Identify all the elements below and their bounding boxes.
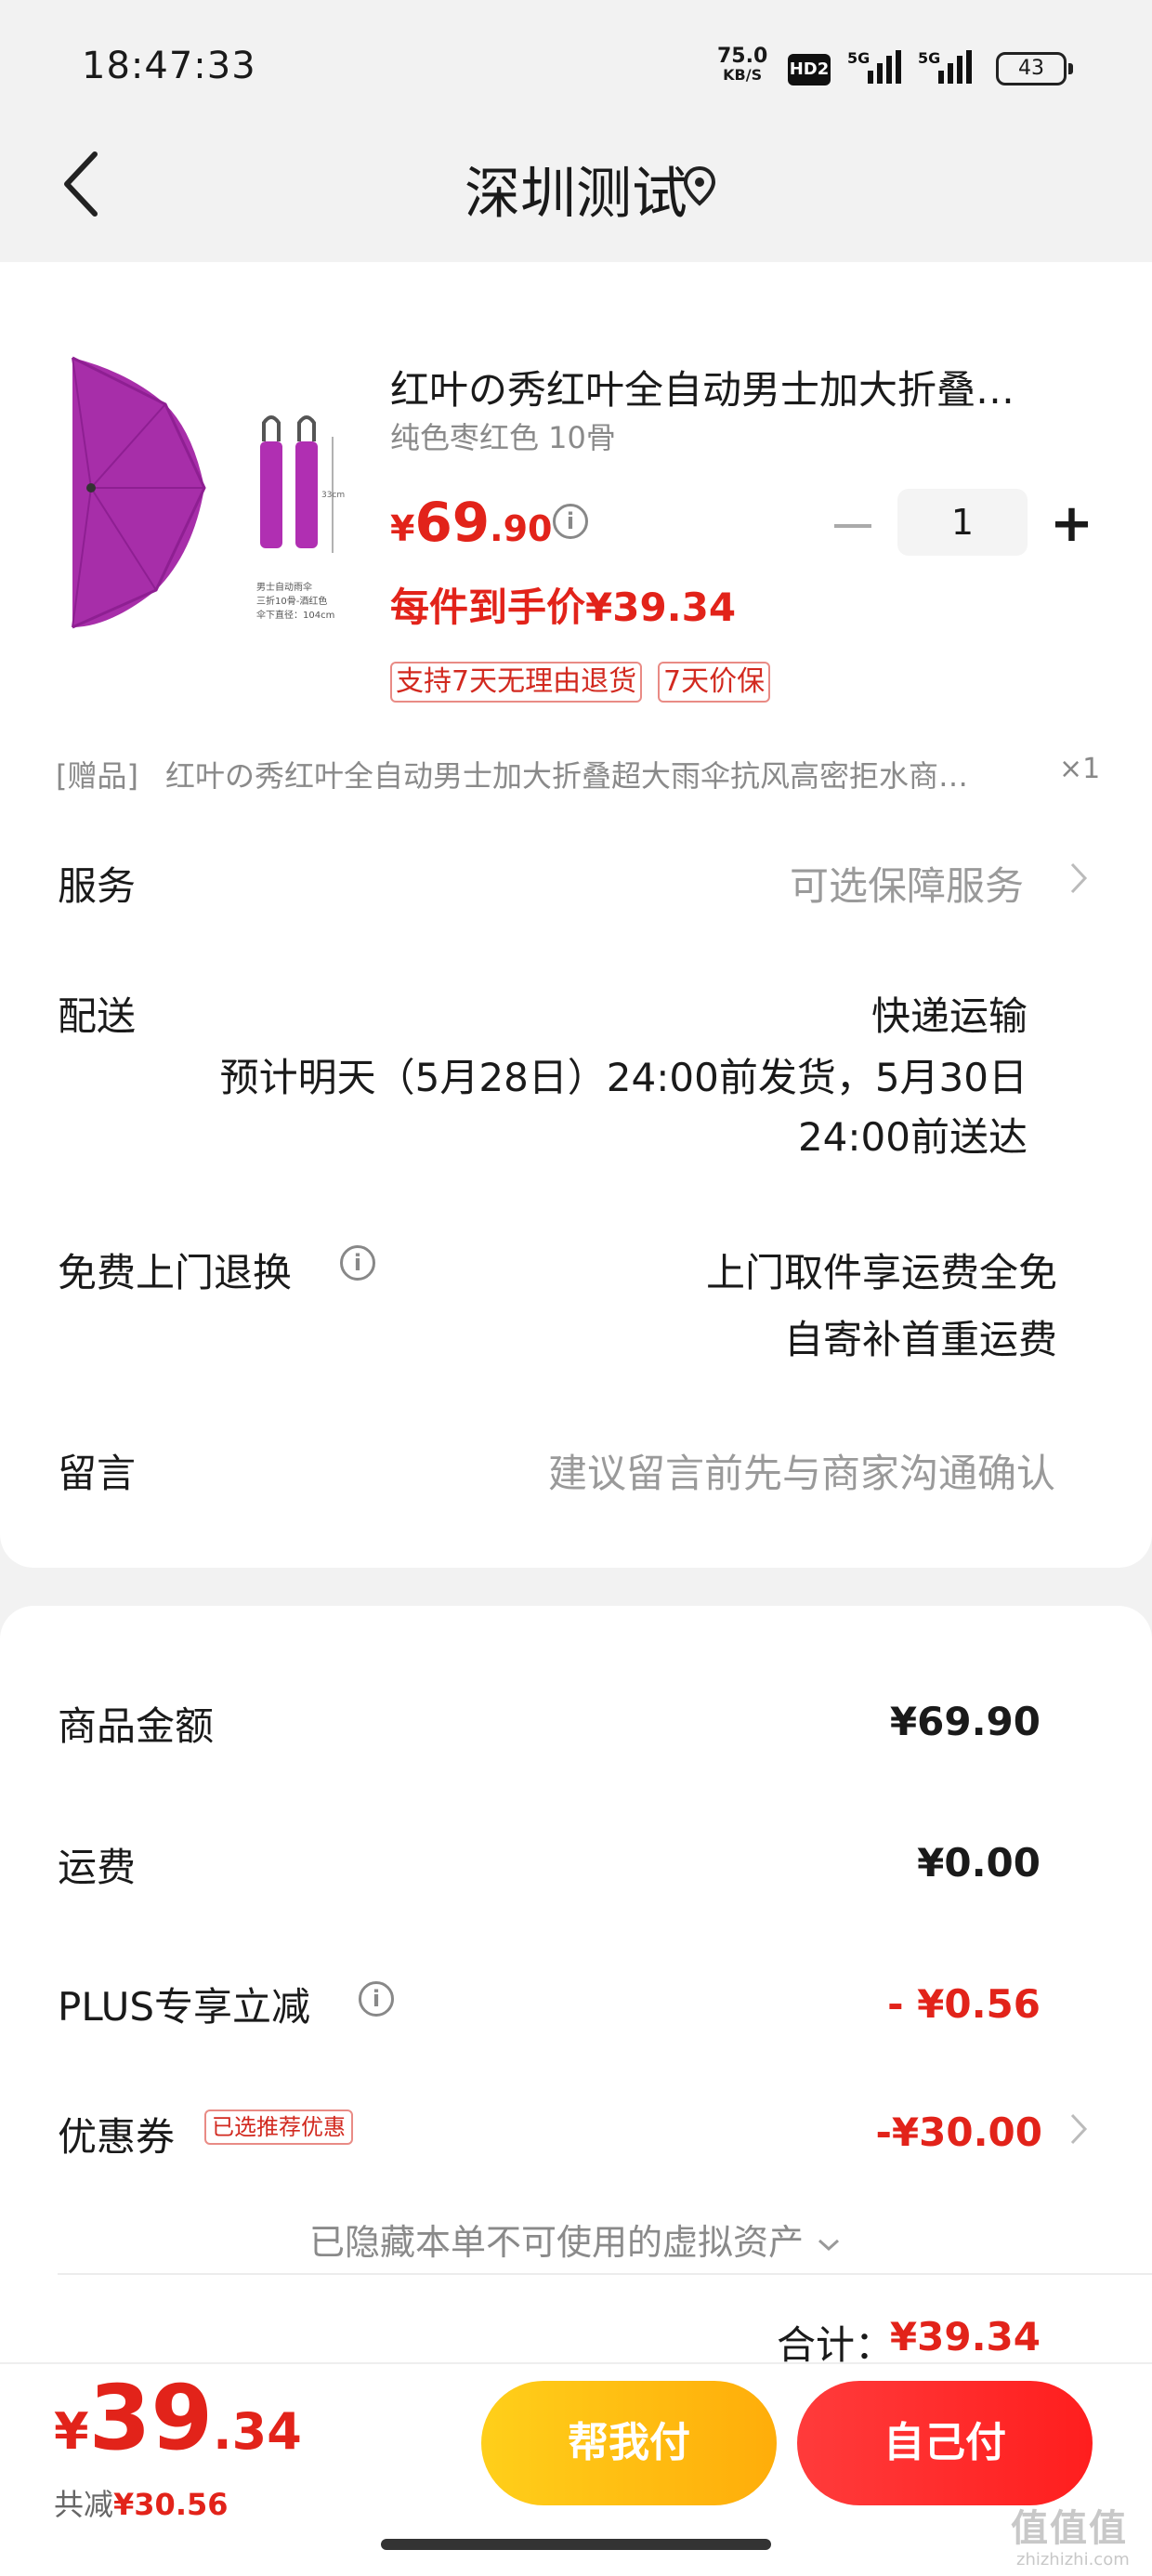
image-dimension-label: 33cm [321, 491, 345, 500]
hidden-assets-toggle[interactable]: 已隐藏本单不可使用的虚拟资产 [0, 2214, 1152, 2265]
shipping-value: ¥0.00 [917, 1840, 1041, 1886]
shipping-label: 运费 [58, 1845, 137, 1890]
service-value[interactable]: 可选保障服务 [650, 855, 1024, 912]
summary-divider [58, 2273, 1152, 2275]
network-speed-unit: KB/S [723, 66, 763, 84]
coupon-chevron-icon[interactable] [1067, 2108, 1091, 2150]
signal-5g-icon-2: 5G [918, 49, 972, 84]
bottom-total-currency: ¥ [54, 2402, 89, 2461]
product-name[interactable]: 红叶の秀红叶全自动男士加大折叠… [390, 359, 1068, 415]
coupon-value[interactable]: -¥30.00 [743, 2109, 1042, 2155]
goods-amount-value: ¥69.90 [889, 1699, 1041, 1744]
page-title: 深圳测试 [465, 162, 687, 227]
quantity-field[interactable]: 1 [897, 489, 1028, 556]
watermark-url: zhizhizhi.com [1016, 2550, 1130, 2569]
signal-5g-label-2: 5G [918, 49, 940, 67]
pay-myself-button[interactable]: 自己付 [797, 2381, 1093, 2505]
delivery-eta-line2: 24:00前送达 [797, 1114, 1028, 1160]
free-return-line1: 上门取件享运费全免 [705, 1250, 1057, 1295]
service-label: 服务 [58, 863, 137, 909]
plus-discount-info-icon[interactable]: i [359, 1981, 394, 2017]
plus-discount-value: - ¥0.56 [887, 1981, 1041, 2027]
price-currency: ¥ [390, 508, 415, 549]
total-saved: 共减¥30.56 [54, 2481, 229, 2524]
total-saved-value: ¥30.56 [113, 2487, 229, 2522]
price-info-icon[interactable]: i [553, 504, 588, 539]
hidden-assets-text: 已隐藏本单不可使用的虚拟资产 [308, 2222, 804, 2263]
gift-label: [赠品] [56, 758, 138, 794]
network-speed: 75.0 KB/S [717, 46, 767, 84]
battery-icon: 43 [996, 52, 1073, 85]
gift-count: ×1 [1059, 753, 1101, 785]
free-return-line2: 自寄补首重运费 [783, 1317, 1057, 1362]
service-chevron-icon[interactable] [1067, 857, 1091, 900]
home-indicator[interactable] [381, 2539, 771, 2550]
status-time: 18:47:33 [82, 45, 256, 87]
product-price: ¥69.90 [390, 491, 553, 554]
increase-quantity-button[interactable]: + [1050, 487, 1093, 561]
image-caption-2: 三折10骨-酒红色 [256, 595, 327, 607]
price-integer: 69 [414, 491, 491, 554]
image-caption-1: 男士自动雨伞 [256, 581, 312, 593]
coupon-recommended-tag: 已选推荐优惠 [204, 2109, 353, 2145]
total-value: ¥39.34 [889, 2314, 1041, 2359]
bottom-total-decimal: .34 [213, 2402, 302, 2461]
product-image[interactable]: 33cm 男士自动雨伞 三折10骨-酒红色 伞下直径：104cm [54, 348, 351, 646]
delivery-label: 配送 [58, 993, 137, 1039]
signal-5g-icon: 5G [847, 49, 901, 84]
price-protect-tag: 7天价保 [658, 662, 771, 703]
return-policy-tag: 支持7天无理由退货 [390, 662, 643, 703]
free-return-info-icon[interactable]: i [340, 1245, 375, 1281]
order-confirm-page: { "status_bar": { "time": "18:47:33", "n… [0, 0, 1152, 2576]
plus-discount-label: PLUS专享立减 [58, 1984, 311, 2030]
goods-amount-label: 商品金额 [58, 1703, 215, 1749]
image-caption-3: 伞下直径：104cm [256, 609, 334, 621]
price-decimal: .90 [490, 508, 553, 549]
delivery-method[interactable]: 快递运输 [650, 985, 1028, 1042]
help-me-pay-button[interactable]: 帮我付 [481, 2381, 777, 2505]
bottom-total-integer: 39 [88, 2366, 214, 2470]
coupon-label: 优惠券 [58, 2114, 176, 2160]
chevron-down-icon [818, 2239, 840, 2251]
final-unit-price: 每件到手价¥39.34 [390, 585, 737, 630]
network-speed-value: 75.0 [717, 45, 768, 68]
total-saved-label: 共减 [54, 2487, 114, 2522]
message-input[interactable]: 建议留言前先与商家沟通确认 [446, 1442, 1055, 1499]
message-label: 留言 [58, 1451, 137, 1496]
delivery-eta-line1: 预计明天（5月28日）24:00前发货，5月30日 [219, 1055, 1028, 1100]
watermark-logo: 值值值 [1011, 2507, 1128, 2550]
product-spec[interactable]: 纯色枣红色 10骨 [390, 414, 616, 457]
location-pin-icon[interactable] [683, 165, 716, 206]
bottom-total-price: ¥39.34 [54, 2366, 302, 2470]
free-return-label: 免费上门退换 [58, 1250, 293, 1295]
gift-item-name[interactable]: 红叶の秀红叶全自动男士加大折叠超大雨伞抗风高密拒水商… [165, 753, 1039, 795]
hd-voice-icon: HD2 [788, 54, 831, 85]
decrease-quantity-button[interactable] [834, 524, 871, 528]
signal-5g-label: 5G [847, 49, 870, 67]
